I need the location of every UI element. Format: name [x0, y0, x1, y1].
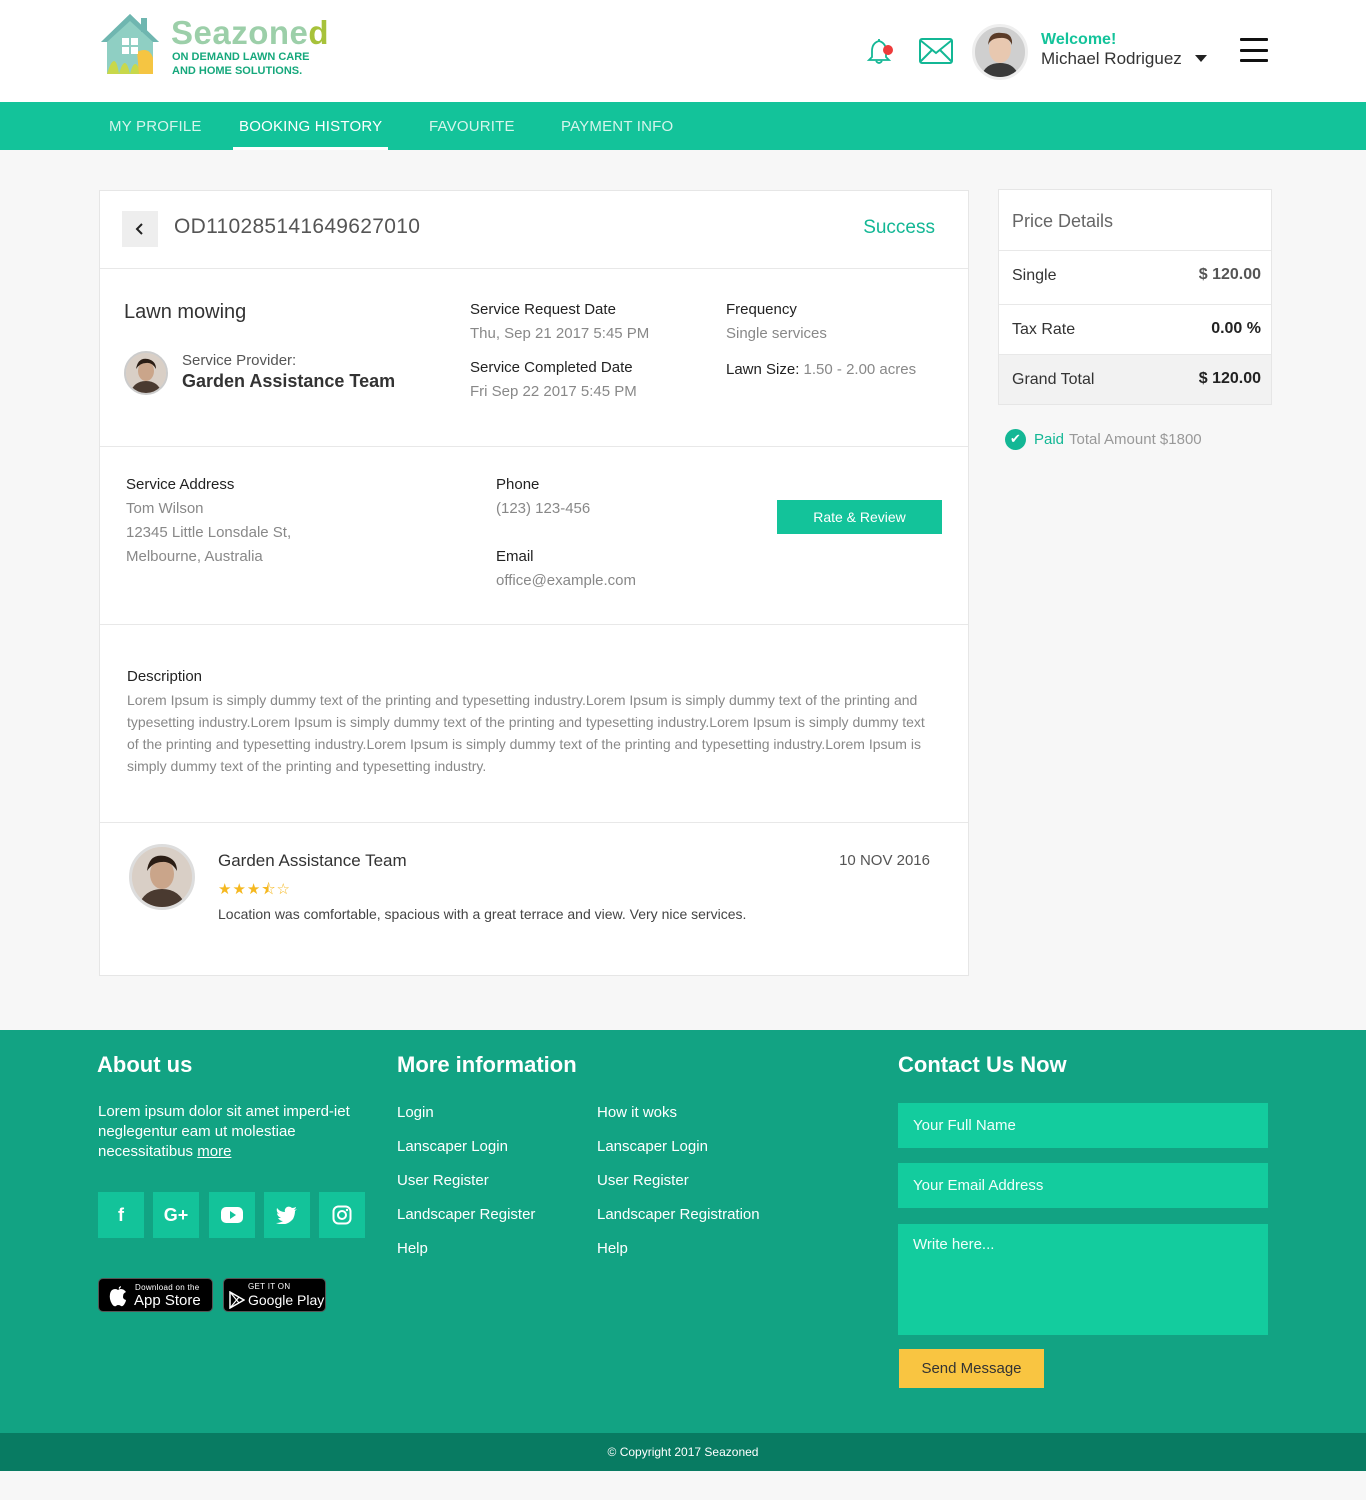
more-link[interactable]: more: [197, 1143, 231, 1160]
footer-link[interactable]: How it woks: [597, 1104, 677, 1121]
copyright-bar: © Copyright 2017 Seazoned: [0, 1433, 1366, 1471]
provider-avatar: [124, 351, 168, 395]
about-title: About us: [97, 1052, 193, 1077]
divider: [100, 446, 968, 447]
profile-tabs: MY PROFILE BOOKING HISTORY FAVOURITE PAY…: [0, 102, 1366, 150]
phone-value: (123) 123-456: [496, 500, 591, 517]
rate-review-button[interactable]: Rate & Review: [777, 500, 942, 534]
frequency-value: Single services: [726, 325, 827, 342]
footer-link[interactable]: Help: [597, 1240, 628, 1257]
provider-name: Garden Assistance Team: [182, 371, 396, 391]
full-name-input[interactable]: Your Full Name: [898, 1103, 1268, 1148]
tab-payment-info[interactable]: PAYMENT INFO: [561, 102, 673, 150]
email-input[interactable]: Your Email Address: [898, 1163, 1268, 1208]
reviewer-avatar: [129, 844, 195, 910]
divider: [100, 268, 968, 269]
brand-tagline: ON DEMAND LAWN CARE AND HOME SOLUTIONS.: [172, 51, 310, 77]
address-label: Service Address: [126, 476, 235, 493]
address-line-2: Melbourne, Australia: [126, 548, 263, 565]
youtube-icon[interactable]: [209, 1192, 255, 1238]
price-details-title: Price Details: [1012, 211, 1114, 231]
request-date: Thu, Sep 21 2017 5:45 PM: [470, 325, 650, 342]
chevron-left-icon: [135, 223, 143, 235]
description-text: Lorem Ipsum is simply dummy text of the …: [127, 692, 925, 774]
user-avatar-image: [975, 27, 1025, 77]
address-line-1: 12345 Little Lonsdale St,: [126, 524, 292, 541]
apple-icon: [109, 1286, 126, 1307]
message-textarea[interactable]: Write here...: [898, 1224, 1268, 1335]
more-info-title: More information: [397, 1052, 577, 1077]
site-header: Seazoned ON DEMAND LAWN CARE AND HOME SO…: [0, 0, 1366, 102]
service-name: Lawn mowing: [124, 301, 247, 323]
about-text: Lorem ipsum dolor sit amet imperd-iet ne…: [98, 1103, 350, 1160]
user-avatar[interactable]: [972, 24, 1028, 80]
twitter-icon[interactable]: [264, 1192, 310, 1238]
footer-link[interactable]: User Register: [597, 1172, 689, 1189]
mail-icon[interactable]: [918, 37, 954, 65]
google-play-badge[interactable]: GET IT ON Google Play: [223, 1278, 326, 1312]
site-footer: About us Lorem ipsum dolor sit amet impe…: [0, 1030, 1366, 1433]
provider-label: Service Provider:: [182, 352, 297, 369]
tab-favourite[interactable]: FAVOURITE: [429, 102, 515, 150]
footer-link[interactable]: Landscaper Register: [397, 1206, 535, 1223]
check-circle-icon: ✔: [1005, 428, 1026, 450]
price-row-total: Grand Total $ 120.00: [999, 354, 1271, 404]
address-name: Tom Wilson: [126, 500, 204, 517]
notification-bell-icon[interactable]: [866, 36, 896, 66]
user-name[interactable]: Michael Rodriguez: [1041, 49, 1182, 69]
chevron-down-icon[interactable]: [1195, 55, 1207, 62]
footer-link[interactable]: Lanscaper Login: [597, 1138, 708, 1155]
completed-date: Fri Sep 22 2017 5:45 PM: [470, 383, 637, 400]
price-row-tax: Tax Rate 0.00 %: [999, 304, 1271, 354]
request-date-label: Service Request Date: [470, 301, 616, 318]
tab-booking-history[interactable]: BOOKING HISTORY: [239, 102, 382, 150]
order-id: OD110285141649627010: [174, 215, 421, 238]
review-text: Location was comfortable, spacious with …: [218, 906, 747, 922]
description-label: Description: [127, 668, 203, 685]
booking-details-card: OD110285141649627010 Success Lawn mowing…: [99, 190, 969, 976]
tab-my-profile[interactable]: MY PROFILE: [109, 102, 202, 150]
google-plus-icon[interactable]: G+: [153, 1192, 199, 1238]
menu-icon[interactable]: [1240, 38, 1268, 62]
instagram-icon[interactable]: [319, 1192, 365, 1238]
payment-status: ✔ Paid Total Amount $1800: [1005, 428, 1202, 450]
house-logo-icon: [101, 14, 159, 74]
send-message-button[interactable]: Send Message: [899, 1349, 1044, 1388]
active-tab-indicator: [233, 147, 388, 150]
contact-title: Contact Us Now: [898, 1052, 1067, 1077]
star-rating: ★★★⯪☆: [218, 881, 291, 898]
review-date: 10 NOV 2016: [839, 852, 930, 869]
frequency-label: Frequency: [726, 301, 797, 318]
price-details-panel: Price Details Single $ 120.00 Tax Rate 0.0…: [998, 189, 1272, 405]
brand-logo[interactable]: Seazoned ON DEMAND LAWN CARE AND HOME SO…: [97, 12, 337, 78]
google-play-icon: [229, 1291, 245, 1309]
app-store-badge[interactable]: Download on the App Store: [98, 1278, 213, 1312]
facebook-icon[interactable]: f: [98, 1192, 144, 1238]
footer-link[interactable]: Landscaper Registration: [597, 1206, 760, 1223]
footer-link[interactable]: Lanscaper Login: [397, 1138, 508, 1155]
divider: [100, 624, 968, 625]
email-value: office@example.com: [496, 572, 637, 589]
status-badge: Success: [863, 217, 935, 238]
reviewer-name: Garden Assistance Team: [218, 851, 407, 870]
back-button[interactable]: [122, 211, 158, 247]
divider: [100, 822, 968, 823]
lawn-size: Lawn Size: 1.50 - 2.00 acres: [726, 361, 917, 378]
brand-name: Seazoned: [171, 14, 330, 51]
footer-link[interactable]: Login: [397, 1104, 434, 1121]
footer-link[interactable]: User Register: [397, 1172, 489, 1189]
phone-label: Phone: [496, 476, 540, 493]
completed-date-label: Service Completed Date: [470, 359, 633, 376]
price-row-single: Single $ 120.00: [999, 250, 1271, 300]
footer-link[interactable]: Help: [397, 1240, 428, 1257]
email-label: Email: [496, 548, 534, 565]
welcome-text: Welcome!: [1041, 31, 1117, 48]
